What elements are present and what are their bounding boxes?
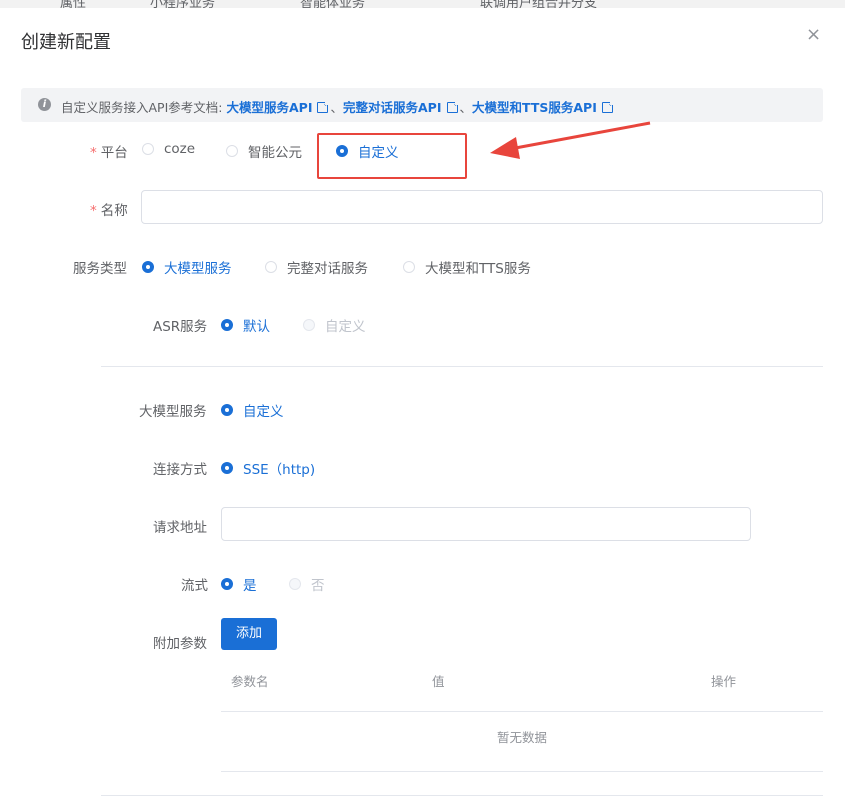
annotation-arrow bbox=[490, 121, 651, 159]
table-empty-text: 暂无数据 bbox=[497, 730, 548, 745]
asr-radio-default[interactable]: 默认 bbox=[221, 315, 270, 335]
llm-tts-api-doc-link[interactable]: 大模型和TTS服务API bbox=[472, 100, 597, 115]
stream-radio-no[interactable]: 否 bbox=[289, 574, 325, 594]
section-divider bbox=[101, 795, 823, 796]
external-link-icon bbox=[317, 100, 331, 113]
column-header-value: 值 bbox=[432, 674, 445, 689]
llm-service-label: 大模型服务 bbox=[139, 404, 207, 420]
info-icon: i bbox=[38, 98, 51, 111]
annotation-highlight-box bbox=[317, 133, 467, 179]
name-input[interactable] bbox=[141, 190, 823, 224]
stream-label: 流式 bbox=[181, 578, 208, 594]
platform-radio-coze[interactable]: coze bbox=[142, 141, 195, 157]
service-type-label: 服务类型 bbox=[73, 261, 127, 277]
llm-service-radio-custom[interactable]: 自定义 bbox=[221, 400, 284, 420]
request-url-label: 请求地址 bbox=[153, 520, 207, 536]
service-type-radio-full-dialog[interactable]: 完整对话服务 bbox=[265, 257, 368, 277]
platform-radio-zhineng[interactable]: 智能公元 bbox=[226, 141, 302, 161]
column-header-param-name: 参数名 bbox=[231, 674, 269, 689]
connection-radio-sse[interactable]: SSE（http) bbox=[221, 458, 315, 478]
api-doc-tip: i 自定义服务接入API参考文档: 大模型服务API 、完整对话服务API 、大模型… bbox=[21, 88, 823, 122]
service-type-radio-llm[interactable]: 大模型服务 bbox=[142, 257, 232, 277]
background-tab: 联调用户组合并分支 bbox=[480, 0, 598, 8]
tip-text: 自定义服务接入API参考文档: bbox=[61, 100, 223, 115]
close-icon[interactable]: × bbox=[806, 24, 821, 45]
tip-separator: 、 bbox=[330, 100, 343, 115]
dialog-title: 创建新配置 bbox=[21, 32, 111, 53]
platform-label: * 平台 bbox=[90, 145, 128, 161]
section-divider bbox=[101, 366, 823, 367]
stream-radio-yes[interactable]: 是 bbox=[221, 574, 257, 594]
table-header-divider bbox=[221, 711, 823, 712]
llm-api-doc-link[interactable]: 大模型服务API bbox=[226, 100, 312, 115]
external-link-icon bbox=[446, 100, 460, 113]
tip-separator: 、 bbox=[459, 100, 473, 115]
add-param-button[interactable]: 添加 bbox=[221, 618, 277, 650]
request-url-input[interactable] bbox=[221, 507, 751, 541]
asr-label: ASR服务 bbox=[153, 319, 208, 335]
background-tab: 属性 bbox=[60, 0, 87, 8]
asr-radio-custom[interactable]: 自定义 bbox=[303, 315, 366, 335]
extra-params-label: 附加参数 bbox=[153, 636, 207, 652]
connection-label: 连接方式 bbox=[153, 462, 207, 478]
full-dialog-api-doc-link[interactable]: 完整对话服务API bbox=[343, 100, 442, 115]
external-link-icon bbox=[601, 100, 615, 113]
column-header-action: 操作 bbox=[711, 674, 737, 689]
table-bottom-divider bbox=[221, 771, 823, 772]
background-tab-strip: 属性 小程序业务 智能体业务 联调用户组合并分支 bbox=[0, 0, 845, 8]
name-label: * 名称 bbox=[90, 203, 128, 219]
service-type-radio-llm-tts[interactable]: 大模型和TTS服务 bbox=[403, 257, 531, 277]
background-tab: 小程序业务 bbox=[150, 0, 216, 8]
background-tab: 智能体业务 bbox=[300, 0, 366, 8]
